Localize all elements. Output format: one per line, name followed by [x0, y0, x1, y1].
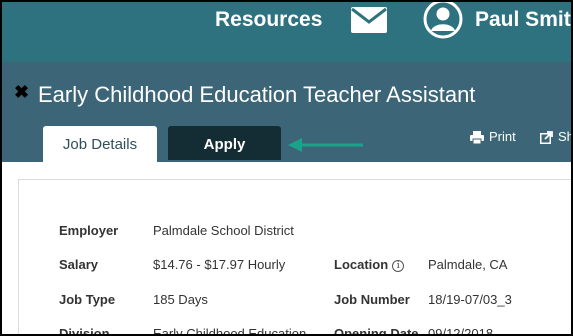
salary-label: Salary — [59, 257, 99, 272]
share-label: Sh — [558, 129, 571, 144]
print-label: Print — [489, 129, 516, 144]
printer-icon — [470, 130, 484, 144]
division-value: Early Childhood Education — [153, 326, 307, 334]
job-type-label: Job Type — [59, 292, 116, 307]
tab-apply[interactable]: Apply — [168, 126, 281, 160]
division-label: Division — [59, 326, 110, 334]
job-type-value: 185 Days — [153, 292, 208, 307]
print-button[interactable]: Print — [470, 129, 516, 145]
job-title: Early Childhood Education Teacher Assist… — [38, 82, 476, 107]
salary-value: $14.76 - $17.97 Hourly — [153, 257, 286, 272]
close-icon[interactable]: ✖ — [14, 82, 29, 102]
annotation-arrow — [288, 138, 363, 152]
user-name[interactable]: Paul Smit — [475, 7, 571, 33]
share-button[interactable]: Sh — [540, 129, 571, 145]
tab-job-details[interactable]: Job Details — [43, 126, 157, 162]
job-number-label: Job Number — [334, 292, 410, 307]
info-icon[interactable]: i — [392, 260, 405, 272]
job-header: ✖ Early Childhood Education Teacher Assi… — [2, 62, 571, 162]
top-nav: Resources Paul Smit — [2, 2, 571, 62]
nav-resources-link[interactable]: Resources — [215, 7, 322, 33]
opening-date-value: 09/12/2018 — [428, 326, 494, 334]
location-label-text: Location — [334, 257, 389, 272]
app-frame: Resources Paul Smit ✖ Early Childhood Ed… — [2, 2, 571, 334]
opening-date-label: Opening Date — [334, 326, 419, 334]
employer-value: Palmdale School District — [153, 223, 294, 238]
location-value: Palmdale, CA — [428, 257, 508, 272]
location-label: Location i — [334, 257, 405, 273]
share-icon — [540, 130, 553, 144]
mail-icon[interactable] — [351, 7, 387, 33]
job-number-value: 18/19-07/03_3 — [428, 292, 512, 307]
user-avatar-icon[interactable] — [423, 2, 463, 39]
employer-label: Employer — [59, 223, 119, 238]
job-details-panel: Employer Palmdale School District Salary… — [18, 179, 571, 334]
